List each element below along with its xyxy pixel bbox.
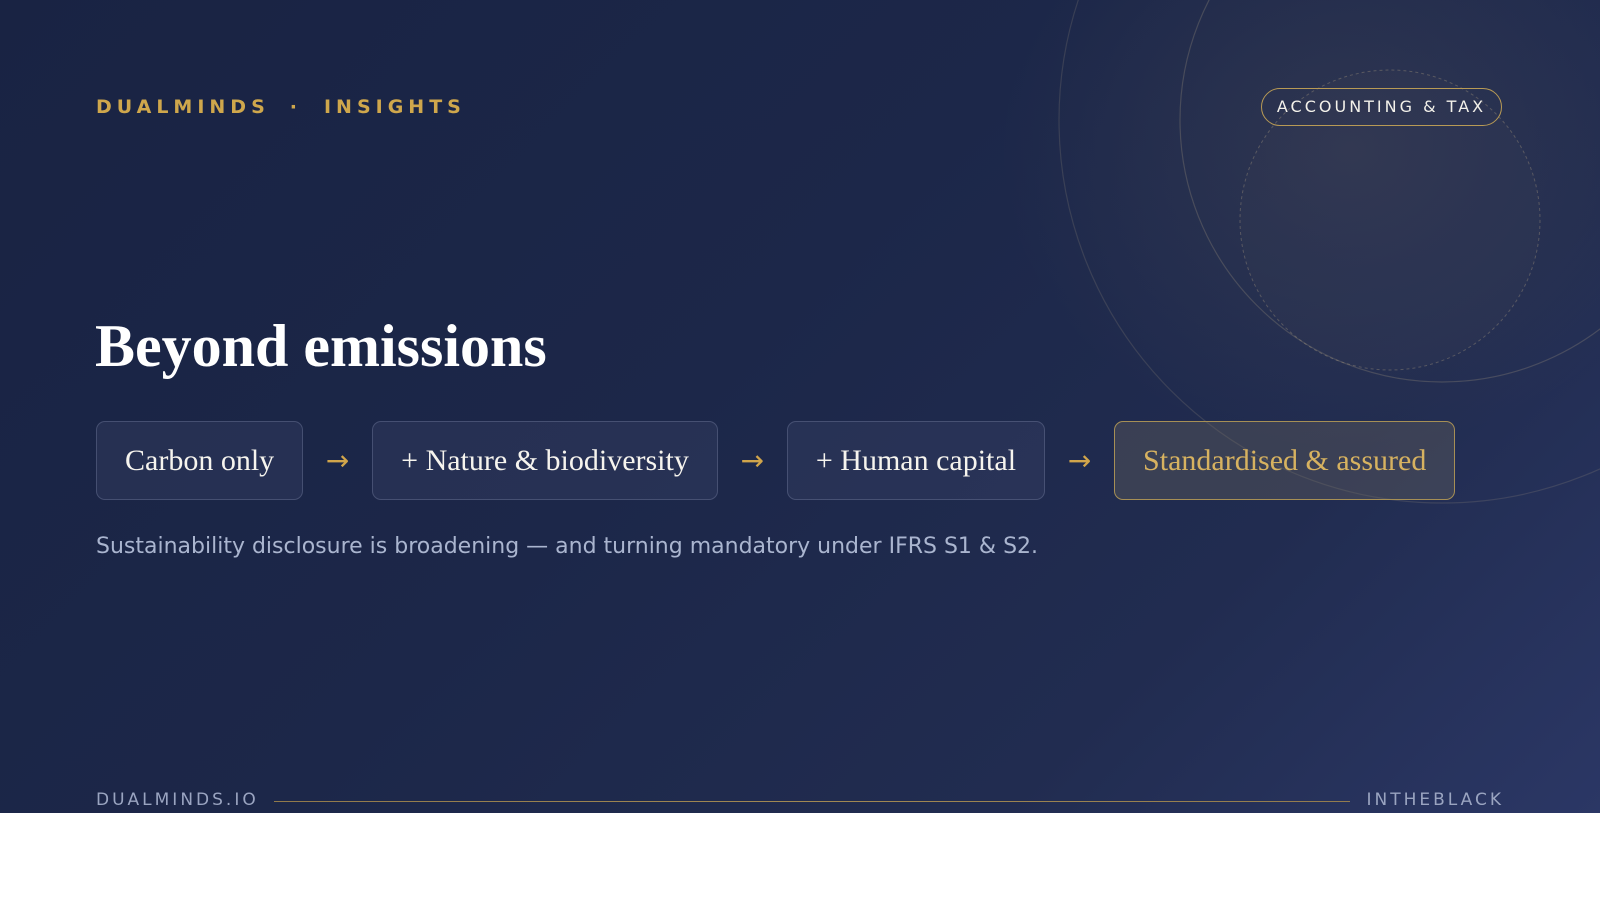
slide: DUALMINDS · INSIGHTS ACCOUNTING & TAX Beyo… — [0, 0, 1600, 813]
footer-site-label: DUALMINDS.IO — [96, 790, 259, 810]
page-title: Beyond emissions — [95, 313, 547, 379]
brand-name: DUALMINDS — [96, 96, 270, 118]
arrow-right-icon: → — [325, 444, 350, 477]
brand-section: INSIGHTS — [323, 96, 466, 118]
category-tag: ACCOUNTING & TAX — [1261, 88, 1502, 126]
arrow-right-icon: → — [1067, 444, 1092, 477]
arrow-right-icon: → — [740, 444, 765, 477]
step-carbon-only: Carbon only — [96, 421, 304, 500]
step-human-capital: + Human capital — [786, 421, 1046, 500]
footer-publication-label: INTHEBLACK — [1366, 790, 1504, 810]
footer-divider — [274, 801, 1350, 802]
subtitle: Sustainability disclosure is broadening … — [96, 534, 1039, 559]
step-nature-biodiversity: + Nature & biodiversity — [372, 421, 718, 500]
brand-label: DUALMINDS · INSIGHTS — [96, 96, 466, 118]
brand-separator: · — [289, 96, 302, 118]
step-standardised-assured: Standardised & assured — [1114, 421, 1456, 500]
progression-flow: Carbon only → + Nature & biodiversity → … — [96, 421, 1456, 500]
